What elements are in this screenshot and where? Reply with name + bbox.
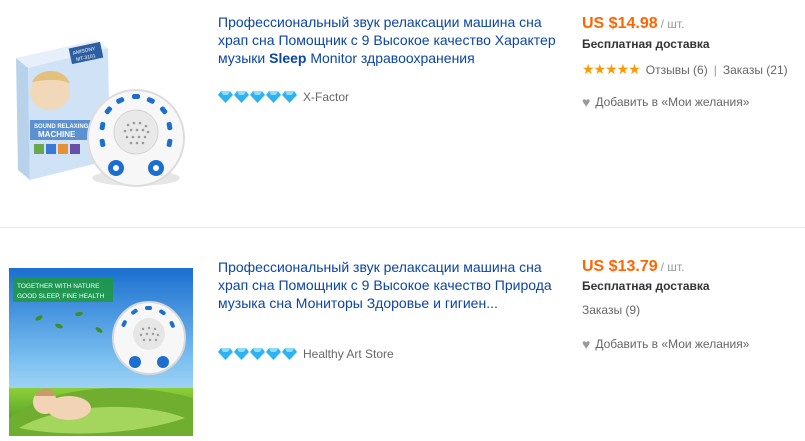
diamond-icon	[250, 348, 265, 360]
diamond-icon	[218, 91, 233, 103]
store-name-link[interactable]: Healthy Art Store	[303, 347, 394, 361]
price-unit: / шт.	[660, 260, 685, 274]
diamond-icon	[282, 91, 297, 103]
diamond-icon	[266, 91, 281, 103]
title-text-part2: Monitor здравоохранения	[306, 50, 475, 66]
reviews-link[interactable]: Отзывы (6)	[646, 63, 708, 77]
orders-row: Заказы (9)	[582, 303, 640, 317]
diamond-icon	[234, 91, 249, 103]
seller-rating-diamonds	[218, 348, 297, 360]
product-item: AMISONY MT-3101 SOUND RELAXING MACHINE П…	[0, 0, 805, 228]
diamond-icon	[234, 348, 249, 360]
shipping-info: Бесплатная доставка	[582, 37, 710, 51]
box-title-line2: MACHINE	[38, 130, 76, 139]
product-item: TOGETHER WITH NATURE GOOD SLEEP, FINE HE…	[0, 228, 805, 439]
product-list: AMISONY MT-3101 SOUND RELAXING MACHINE П…	[0, 0, 805, 439]
price: US $14.98/ шт.	[582, 15, 684, 33]
title-highlight: Sleep	[269, 50, 307, 66]
seller-rating-diamonds	[218, 91, 297, 103]
wishlist-label: Добавить в «Мои желания»	[595, 337, 750, 351]
product-image[interactable]: AMISONY MT-3101 SOUND RELAXING MACHINE	[8, 30, 190, 200]
store-name-link[interactable]: X-Factor	[303, 90, 349, 104]
price-unit: / шт.	[660, 17, 685, 31]
banner-line1: TOGETHER WITH NATURE	[17, 283, 100, 290]
price-value: US $14.98	[582, 15, 658, 32]
add-to-wishlist-button[interactable]: ♥ Добавить в «Мои желания»	[582, 336, 749, 352]
product-image[interactable]: TOGETHER WITH NATURE GOOD SLEEP, FINE HE…	[9, 268, 193, 436]
add-to-wishlist-button[interactable]: ♥ Добавить в «Мои желания»	[582, 94, 749, 110]
wishlist-label: Добавить в «Мои желания»	[595, 95, 750, 109]
heart-icon: ♥	[582, 94, 591, 110]
store-info: Healthy Art Store	[218, 346, 394, 362]
price: US $13.79/ шт.	[582, 258, 684, 276]
shipping-info: Бесплатная доставка	[582, 279, 710, 293]
orders-link[interactable]: Заказы (9)	[582, 303, 640, 317]
diamond-icon	[266, 348, 281, 360]
diamond-icon	[250, 91, 265, 103]
orders-link[interactable]: Заказы (21)	[723, 63, 788, 77]
banner-line2: GOOD SLEEP, FINE HEALTH	[17, 293, 104, 300]
product-title-link[interactable]: Профессиональный звук релаксации машина …	[218, 13, 558, 67]
diamond-icon	[218, 348, 233, 360]
product-title-link[interactable]: Профессиональный звук релаксации машина …	[218, 258, 558, 312]
heart-icon: ♥	[582, 336, 591, 352]
separator: |	[713, 62, 717, 77]
star-rating-icon: ★★★★★	[582, 61, 641, 77]
price-value: US $13.79	[582, 258, 658, 275]
store-info: X-Factor	[218, 89, 349, 105]
diamond-icon	[282, 348, 297, 360]
rating-row: ★★★★★ Отзывы (6) | Заказы (21)	[582, 61, 788, 78]
